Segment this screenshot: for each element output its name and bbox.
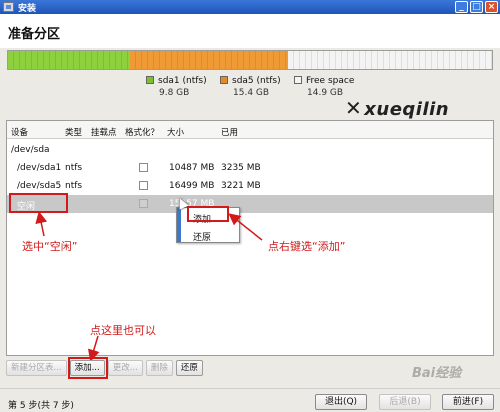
arrow-to-free (35, 211, 48, 237)
baidu-watermark: Bai经验 (412, 366, 462, 381)
annotation-arrows (35, 211, 263, 362)
arrow-to-add (228, 213, 263, 241)
new-partition-table-button[interactable]: 新建分区表... (6, 360, 67, 376)
annotation-right-click: 点右键选“添加” (268, 240, 346, 253)
revert-button[interactable]: 还原 (175, 360, 203, 376)
arrow-to-add-button (87, 335, 100, 362)
highlight-add-button (68, 357, 108, 379)
back-button[interactable]: 后退(B) (379, 394, 431, 410)
annotation-click-here: 点这里也可以 (90, 324, 156, 337)
step-indicator: 第 5 步(共 7 步) (8, 401, 74, 411)
change-button[interactable]: 更改... (107, 360, 143, 376)
forward-button[interactable]: 前进(F) (442, 394, 494, 410)
quit-button[interactable]: 退出(Q) (315, 394, 367, 410)
footer: 第 5 步(共 7 步) 退出(Q) 后退(B) 前进(F) (0, 388, 500, 412)
annotation-select-free: 选中“空闲” (22, 240, 78, 253)
delete-button[interactable]: 删除 (145, 360, 173, 376)
